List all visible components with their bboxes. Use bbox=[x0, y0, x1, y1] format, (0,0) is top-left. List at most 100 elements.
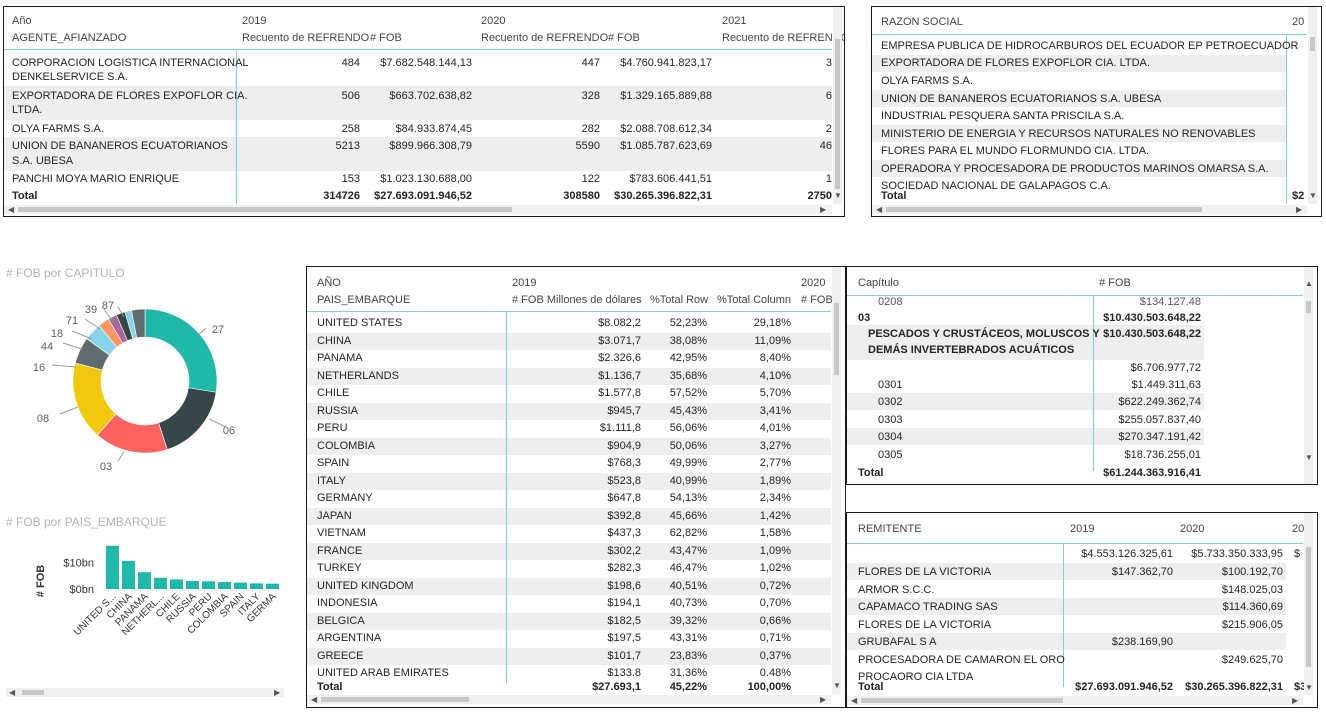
scroll-down-icon[interactable]: ▼ bbox=[834, 191, 842, 200]
scroll-right-icon[interactable]: ▶ bbox=[1292, 696, 1298, 705]
agent-row-fob: $4.760.941.823,17 bbox=[620, 57, 712, 69]
razon-vscroll[interactable]: ▼ bbox=[1308, 7, 1317, 204]
pais-row-fob: $768,3 bbox=[607, 457, 641, 469]
rem-row-2020: $148.025,03 bbox=[1221, 583, 1283, 596]
scroll-right-icon[interactable]: ▶ bbox=[274, 688, 280, 697]
scroll-down-icon[interactable]: ▼ bbox=[1309, 191, 1317, 200]
pais-row-total-col-pct: 1,09% bbox=[759, 544, 791, 557]
pais-row-fob: $437,3 bbox=[607, 527, 641, 539]
pais-row-total-col-pct: 29,18% bbox=[753, 317, 791, 329]
bar-PERU[interactable] bbox=[202, 581, 215, 589]
agent-total-count: 308580 bbox=[563, 190, 600, 202]
bar-SPAIN[interactable] bbox=[234, 582, 247, 589]
pais-row-country: GERMANY bbox=[317, 492, 373, 504]
rem-vscroll[interactable]: ▼ bbox=[1304, 513, 1313, 695]
remitente-table-panel: REMITENTE 2019 2020 20 $4.553.126.325,61… bbox=[846, 512, 1318, 708]
bar-y-axis-label: # FOB bbox=[35, 565, 47, 597]
rem-row-2019 bbox=[1065, 671, 1173, 680]
agent-row-fob: $1.085.787.623,69 bbox=[620, 140, 712, 152]
bar-COLOMBIA[interactable] bbox=[218, 582, 231, 589]
pais-row-country: NETHERLANDS bbox=[317, 369, 399, 382]
razon-row: UNION DE BANANEROS ECUATORIANOS S.A. UBE… bbox=[881, 93, 1162, 105]
pais-row-country: UNITED STATES bbox=[317, 317, 403, 329]
pais-row-total-col-pct: 4,10% bbox=[759, 369, 791, 382]
bar-NETHERL...[interactable] bbox=[154, 577, 167, 589]
cap-row-cut: 0208 bbox=[878, 296, 903, 305]
agent-total-fob: $30.265.396.822,31 bbox=[614, 190, 712, 202]
scroll-left-icon[interactable]: ◀ bbox=[876, 205, 882, 214]
cap-row-code: 0301 bbox=[878, 379, 903, 391]
bar-ITALY[interactable] bbox=[250, 583, 263, 589]
rem-row-name: FLORES DE LA VICTORIA bbox=[858, 566, 992, 578]
pais-row-country: RUSSIA bbox=[317, 404, 358, 417]
bar-y-tick: $10bn bbox=[63, 557, 94, 569]
scroll-left-icon[interactable]: ◀ bbox=[8, 205, 14, 214]
bar-RUSSIA[interactable] bbox=[186, 581, 199, 589]
pais-hscroll[interactable]: ◀ ▶ bbox=[307, 695, 831, 704]
agent-vscroll[interactable]: ▼ bbox=[833, 7, 842, 204]
cap-description: PESCADOS Y CRUSTÁCEOS, MOLUSCOS Y bbox=[868, 328, 1100, 340]
agent-row-count: 5590 bbox=[575, 140, 600, 152]
donut-slice-27[interactable] bbox=[144, 308, 218, 393]
pais-row-total-col-pct: 0,66% bbox=[759, 614, 791, 627]
pais-row-fob: $8.082,2 bbox=[598, 317, 641, 329]
count-2020-header: Recuento de REFRENDO bbox=[481, 32, 609, 44]
pais-row-country: PANAMA bbox=[317, 352, 363, 364]
count-2021-header: Recuento de REFRENDC bbox=[722, 32, 845, 44]
razon-row: OPERADORA Y PROCESADORA DE PRODUCTOS MAR… bbox=[881, 163, 1269, 175]
cap-row-code: 0303 bbox=[878, 414, 903, 426]
fob-2020-header: # FOB bbox=[801, 294, 833, 306]
scroll-left-icon[interactable]: ◀ bbox=[311, 695, 317, 704]
agent-row-fob: $84.933.874,45 bbox=[395, 123, 472, 135]
donut-leader-line bbox=[71, 330, 93, 340]
cap-group-value: $10.430.503.648,22 bbox=[1103, 312, 1201, 324]
bar-GERMA[interactable] bbox=[266, 583, 279, 589]
bar-PANAMA[interactable] bbox=[138, 572, 151, 589]
year-2019-header: 2019 bbox=[242, 15, 267, 27]
scroll-right-icon[interactable]: ▶ bbox=[1296, 205, 1302, 214]
fob-2019-header: # FOB bbox=[370, 32, 402, 44]
razon-hscroll[interactable]: ◀ ▶ bbox=[872, 205, 1307, 214]
cap-row-code: 0304 bbox=[878, 431, 903, 443]
pais-row-country: JAPAN bbox=[317, 509, 352, 522]
scroll-left-icon[interactable]: ◀ bbox=[851, 696, 857, 705]
pais-vscroll[interactable]: ▼ bbox=[832, 267, 841, 694]
bar-CHILE[interactable] bbox=[170, 579, 183, 589]
agent-row-name: PANCHI MOYA MARIO ENRIQUE bbox=[12, 173, 180, 185]
bar-UNITED S...[interactable] bbox=[106, 545, 119, 589]
pais-row-fob: $198,6 bbox=[607, 579, 641, 592]
agent-hscroll[interactable]: ◀ ▶ bbox=[4, 205, 832, 214]
rem-hscroll[interactable]: ◀ ▶ bbox=[847, 696, 1303, 705]
bar-hscroll[interactable]: ◀ ▶ bbox=[6, 688, 284, 697]
pais-row-country: CHILE bbox=[317, 387, 350, 399]
bar-chart[interactable]: # FOB$10bn$0bnUNITED S...CHINAPANAMANETH… bbox=[0, 535, 300, 685]
agent-row-count: 447 bbox=[581, 57, 600, 69]
pais-row-fob: $197,5 bbox=[607, 632, 641, 644]
cap-vscroll[interactable]: ▲ ▼ bbox=[1304, 267, 1313, 484]
scroll-right-icon[interactable]: ▶ bbox=[820, 695, 826, 704]
agent-total-fob: $27.693.091.946,52 bbox=[374, 190, 472, 202]
scroll-down-icon[interactable]: ▼ bbox=[1305, 683, 1313, 692]
razon-row: MINISTERIO DE ENERGIA Y RECURSOS NATURAL… bbox=[881, 128, 1256, 140]
scroll-down-icon[interactable]: ▼ bbox=[833, 681, 841, 690]
rem-row-2020: $249.625,70 bbox=[1221, 653, 1283, 666]
scroll-down-icon[interactable]: ▼ bbox=[1305, 453, 1313, 462]
donut-leader-line bbox=[59, 406, 79, 415]
pais-row-country: INDONESIA bbox=[317, 597, 378, 609]
donut-chart[interactable]: 27 06 03 08 16 441871 39 87 bbox=[0, 285, 300, 475]
rem-row-name: PROCAORO CIA LTDA bbox=[858, 671, 974, 680]
pais-row-fob: $3.071,7 bbox=[598, 334, 641, 347]
year-2020-header: 2020 bbox=[1180, 523, 1205, 535]
donut-slice-06[interactable] bbox=[158, 387, 217, 450]
scroll-up-icon[interactable]: ▲ bbox=[1305, 279, 1313, 288]
agent-row-name-2: LTDA. bbox=[12, 104, 43, 116]
pais-row-total-col-pct: 0,72% bbox=[759, 579, 791, 592]
pais-total-fob: $27.693,1 bbox=[592, 681, 641, 693]
scroll-right-icon[interactable]: ▶ bbox=[820, 205, 826, 214]
agent-row-count: 506 bbox=[341, 90, 360, 102]
bar-CHINA[interactable] bbox=[122, 561, 135, 589]
pais-row-total-row-pct: 42,95% bbox=[669, 352, 707, 364]
pais-row-country: PERU bbox=[317, 422, 348, 434]
fob-millions-header: # FOB Millones de dólares bbox=[512, 294, 642, 306]
scroll-left-icon[interactable]: ◀ bbox=[9, 688, 15, 697]
